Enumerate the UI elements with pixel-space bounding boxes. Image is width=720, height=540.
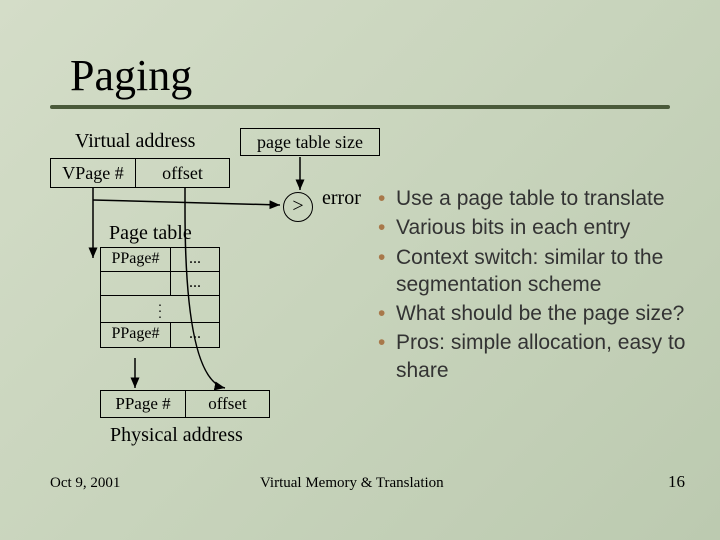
physical-address-box: PPage # offset: [100, 390, 270, 418]
offset-cell: offset: [136, 159, 229, 187]
bullet-item: What should be the page size?: [378, 300, 693, 327]
page-table-row: PPage# ...: [101, 248, 219, 272]
footer-page-number: 16: [668, 472, 685, 492]
ppage-cell: PPage #: [101, 391, 186, 417]
page-table-size-box: page table size: [240, 128, 380, 156]
footer-date: Oct 9, 2001: [50, 475, 120, 492]
bullet-item: Various bits in each entry: [378, 214, 693, 241]
error-label: error: [322, 187, 361, 210]
page-table-label: Page table: [109, 222, 192, 245]
page-table-row: ...: [101, 272, 219, 296]
pt-ppage-cell: [101, 272, 171, 295]
bullet-item: Use a page table to translate: [378, 185, 693, 212]
page-table: PPage# ... ... ... PPage# ...: [100, 247, 220, 348]
vpage-cell: VPage #: [51, 159, 136, 187]
offset-cell: offset: [186, 391, 269, 417]
footer-center: Virtual Memory & Translation: [260, 475, 444, 492]
page-table-ellipsis: ...: [101, 296, 219, 323]
physical-address-label: Physical address: [110, 424, 243, 447]
compare-circle: >: [283, 192, 313, 222]
virtual-address-label: Virtual address: [75, 130, 195, 153]
bullet-item: Pros: simple allocation, easy to share: [378, 329, 693, 384]
pt-bits-cell: ...: [171, 323, 219, 347]
page-table-row: PPage# ...: [101, 323, 219, 347]
slide-title: Paging: [70, 50, 192, 101]
virtual-address-box: VPage # offset: [50, 158, 230, 188]
pt-bits-cell: ...: [171, 272, 219, 295]
title-underline: [50, 105, 670, 109]
pt-ppage-cell: PPage#: [101, 323, 171, 347]
pt-bits-cell: ...: [171, 248, 219, 271]
bullet-list: Use a page table to translate Various bi…: [378, 185, 693, 386]
pt-ppage-cell: PPage#: [101, 248, 171, 271]
bullet-item: Context switch: similar to the segmentat…: [378, 244, 693, 299]
